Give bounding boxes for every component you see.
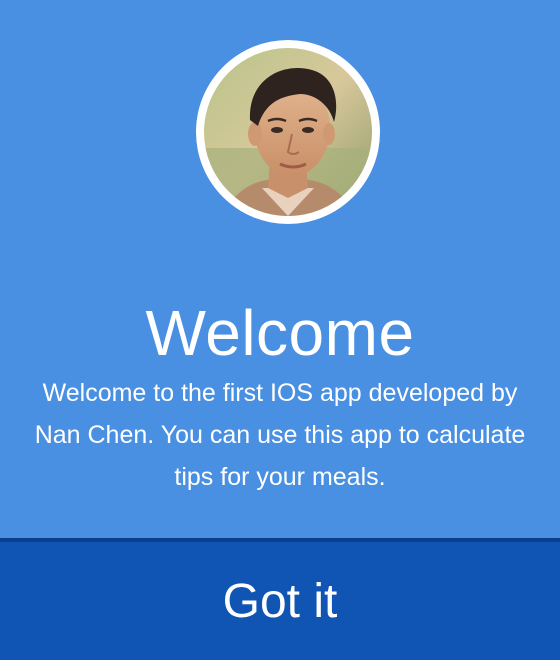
- welcome-screen: Welcome Welcome to the first IOS app dev…: [0, 0, 560, 660]
- profile-photo: [204, 48, 372, 216]
- welcome-message: Welcome to the first IOS app developed b…: [34, 379, 526, 491]
- profile-photo-illustration: [204, 48, 372, 216]
- got-it-button[interactable]: Got it: [0, 538, 560, 660]
- avatar: [196, 40, 380, 224]
- welcome-title: Welcome: [145, 296, 415, 369]
- got-it-button-label: Got it: [222, 574, 338, 628]
